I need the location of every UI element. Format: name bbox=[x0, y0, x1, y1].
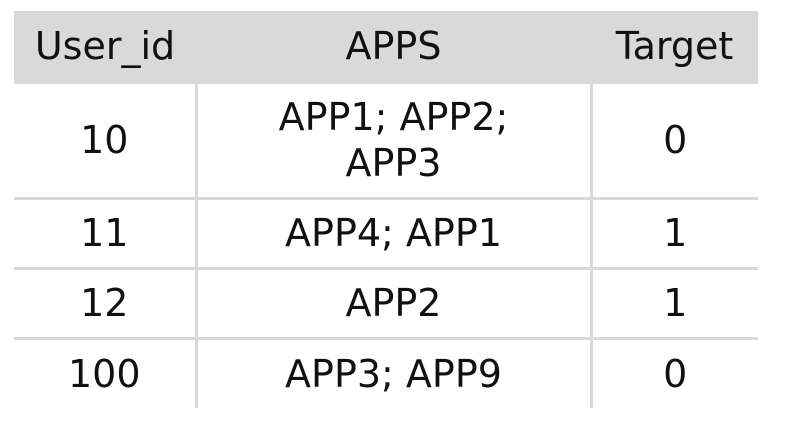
cell-user-id: 11 bbox=[14, 196, 196, 268]
table-row: 100 APP3; APP9 0 bbox=[14, 336, 758, 408]
cell-user-id: 10 bbox=[14, 80, 196, 198]
cell-apps: APP1; APP2; APP3 bbox=[194, 80, 591, 198]
cell-target: 0 bbox=[589, 336, 758, 408]
cell-apps: APP4; APP1 bbox=[194, 196, 591, 268]
cell-apps: APP3; APP9 bbox=[194, 336, 591, 408]
table-header: User_id APPS Target bbox=[14, 11, 758, 82]
data-table: User_id APPS Target 10 APP1; APP2; APP3 … bbox=[14, 11, 758, 408]
cell-target: 1 bbox=[589, 196, 758, 268]
cell-target: 0 bbox=[589, 80, 758, 198]
cell-user-id: 100 bbox=[14, 336, 196, 408]
cell-target: 1 bbox=[589, 266, 758, 338]
column-header-target: Target bbox=[615, 23, 734, 68]
table-body: 10 APP1; APP2; APP3 0 11 APP4; APP1 1 12… bbox=[14, 80, 758, 408]
header-row: User_id APPS Target bbox=[14, 11, 758, 82]
table-row: 11 APP4; APP1 1 bbox=[14, 196, 758, 268]
data-table-container: User_id APPS Target 10 APP1; APP2; APP3 … bbox=[14, 11, 758, 408]
cell-user-id: 12 bbox=[14, 266, 196, 338]
column-header-user-id: User_id bbox=[34, 23, 176, 68]
column-header-apps: APPS bbox=[345, 23, 442, 68]
table-row: 10 APP1; APP2; APP3 0 bbox=[14, 80, 758, 198]
cell-apps: APP2 bbox=[194, 266, 591, 338]
table-row: 12 APP2 1 bbox=[14, 266, 758, 338]
